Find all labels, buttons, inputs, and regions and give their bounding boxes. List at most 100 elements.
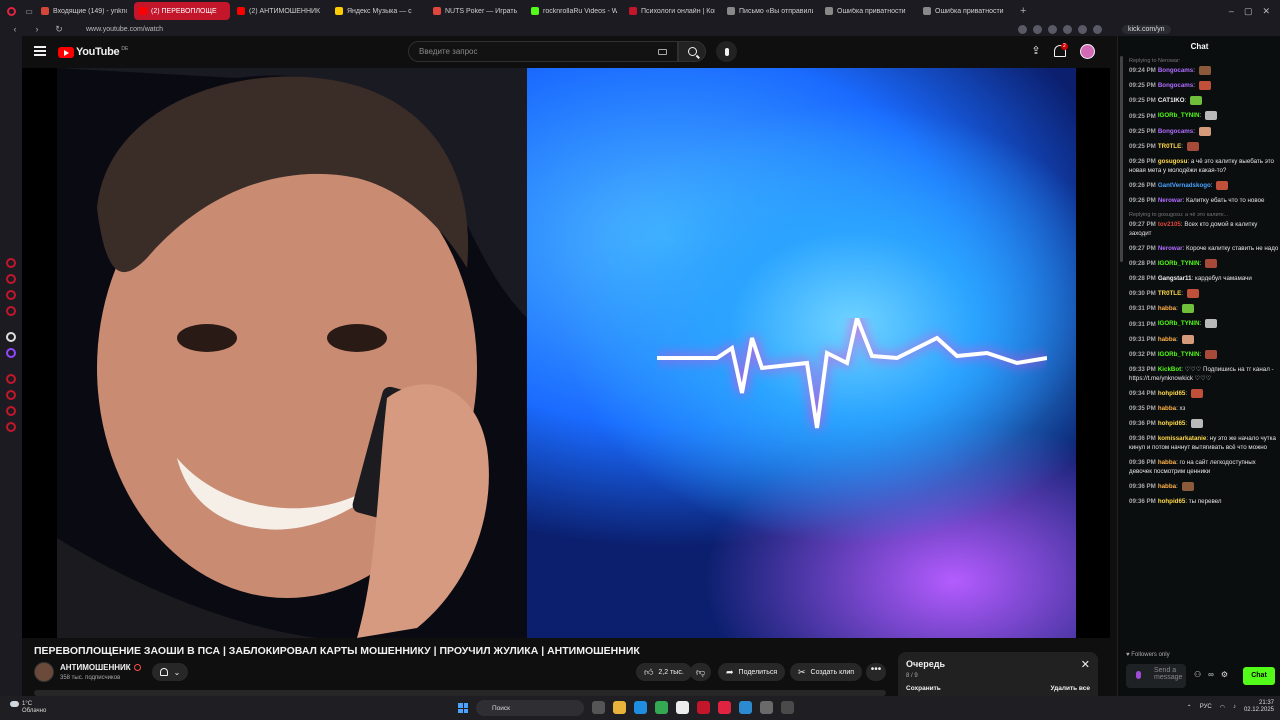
browser-tab[interactable]: (2) ПЕРЕВОПЛОЩЕ — [134, 2, 230, 20]
chat-username[interactable]: hohpid65 — [1158, 390, 1186, 397]
chat-username[interactable]: CAT1IKO — [1158, 97, 1185, 104]
chat-username[interactable]: habba — [1158, 405, 1176, 412]
extension-icon[interactable] — [1063, 24, 1072, 34]
browser-tab[interactable]: Ошибка приватности — [918, 2, 1014, 20]
close-icon[interactable]: ✕ — [1081, 658, 1090, 671]
browser-tab[interactable]: NUTS Poker — Играть — [428, 2, 524, 20]
queue-clear-button[interactable]: Удалить все — [1050, 685, 1090, 692]
chat-username[interactable]: Bongocams — [1158, 128, 1193, 135]
sidebar-app-icon[interactable] — [6, 306, 16, 316]
browser-tab[interactable]: rocknrollaRu Videos - Wi — [526, 2, 622, 20]
extension-icon[interactable] — [1048, 24, 1057, 34]
extension-icon[interactable] — [1078, 24, 1087, 34]
extension-icon[interactable] — [1018, 24, 1027, 34]
sidebar-app-icon[interactable] — [6, 258, 16, 268]
sidebar-app-icon[interactable] — [6, 332, 16, 342]
kick-url-field[interactable]: kick.com/yn — [1122, 24, 1171, 34]
browser-tab[interactable]: Психологи онлайн | Кон — [624, 2, 720, 20]
chat-username[interactable]: habba — [1158, 305, 1176, 312]
clock[interactable]: 21:37 02.12.2025 — [1244, 700, 1274, 714]
extension-icon[interactable] — [1093, 24, 1102, 34]
emote-icon[interactable] — [1136, 671, 1141, 679]
sidebar-app-icon[interactable] — [6, 422, 16, 432]
chat-username[interactable]: Bongocams — [1158, 67, 1193, 74]
more-actions-button[interactable]: ••• — [866, 663, 886, 681]
chrome-icon[interactable] — [655, 701, 668, 714]
search-button[interactable] — [678, 41, 706, 62]
language-indicator[interactable]: РУС — [1200, 704, 1212, 710]
chat-username[interactable]: tov2105 — [1158, 221, 1181, 228]
reply-context[interactable]: Replying to Nerowar: — [1129, 57, 1279, 66]
subscription-bell-button[interactable]: ⌄ — [152, 663, 188, 681]
start-button[interactable] — [458, 703, 468, 713]
infinity-icon[interactable]: ∞ — [1208, 670, 1214, 679]
url-field[interactable]: www.youtube.com/watch — [86, 26, 163, 33]
chat-scrollbar[interactable] — [1120, 56, 1123, 262]
clip-button[interactable]: ✂ Создать клип — [790, 663, 863, 681]
chat-username[interactable]: Gangstar11 — [1158, 275, 1192, 282]
volume-icon[interactable]: ♪ — [1233, 704, 1236, 710]
forward-icon[interactable]: › — [30, 24, 44, 34]
chat-username[interactable]: hohpid65 — [1158, 420, 1186, 427]
channel-name[interactable]: АНТИМОШЕННИК — [60, 663, 131, 672]
chat-username[interactable]: gosugosu — [1158, 158, 1188, 165]
chat-username[interactable]: habba — [1158, 336, 1176, 343]
taskbar-search[interactable]: Поиск — [476, 700, 584, 716]
close-window-icon[interactable]: ✕ — [1262, 6, 1270, 17]
chat-message-input[interactable]: Send a message — [1126, 664, 1186, 688]
channel-avatar[interactable] — [34, 662, 54, 682]
browser-tab[interactable]: Входящие (149) - ynkno — [36, 2, 132, 20]
opera-icon[interactable] — [697, 701, 710, 714]
chat-username[interactable]: TR0TLE — [1158, 143, 1181, 150]
dislike-button[interactable]: 👎︎ — [690, 663, 712, 681]
browser-tab[interactable]: Письмо «Вы отправили — [722, 2, 818, 20]
chat-username[interactable]: IGORb_TYNIN — [1158, 260, 1200, 267]
chat-username[interactable]: Nerowar — [1158, 197, 1183, 204]
opera-menu-button[interactable] — [0, 0, 22, 22]
minimize-icon[interactable]: – — [1229, 6, 1234, 16]
users-icon[interactable]: ⚇ — [1194, 670, 1201, 679]
app-icon[interactable] — [781, 701, 794, 714]
chat-username[interactable]: KickBot — [1158, 366, 1181, 373]
youtube-logo[interactable]: YouTube DE — [58, 46, 128, 58]
chat-username[interactable]: komissarkatanie — [1158, 435, 1207, 442]
create-icon[interactable]: ⇪ — [1030, 45, 1042, 58]
settings-icon[interactable]: ⚙ — [1221, 670, 1228, 679]
task-view-icon[interactable] — [592, 701, 605, 714]
chat-username[interactable]: habba — [1158, 459, 1176, 466]
sidebar-app-icon[interactable] — [6, 390, 16, 400]
reload-icon[interactable]: ↻ — [52, 24, 66, 35]
chat-username[interactable]: Nerowar — [1158, 245, 1183, 252]
browser-tab[interactable]: (2) АНТИМОШЕННИК — [232, 2, 328, 20]
back-icon[interactable]: ‹ — [8, 24, 22, 34]
channel-name-row[interactable]: АНТИМОШЕННИК — [60, 663, 141, 672]
twitch-icon[interactable] — [6, 348, 16, 358]
reply-context[interactable]: Replying to gosugosu: а чё это калитк... — [1129, 211, 1279, 220]
tab-overview-icon[interactable]: ▭ — [22, 0, 36, 22]
chat-username[interactable]: IGORb_TYNIN — [1158, 321, 1200, 328]
tray-chevron-icon[interactable]: ⌃ — [1187, 704, 1192, 711]
chat-username[interactable]: GantVernadskogo — [1158, 182, 1211, 189]
video-player[interactable] — [57, 68, 1076, 638]
opera-gx-icon[interactable] — [718, 701, 731, 714]
account-avatar[interactable] — [1080, 44, 1095, 59]
sidebar-app-icon[interactable] — [6, 374, 16, 384]
hamburger-menu-icon[interactable] — [34, 46, 46, 56]
chat-username[interactable]: IGORb_TYNIN — [1158, 351, 1200, 358]
chat-username[interactable]: hohpid65 — [1158, 498, 1186, 505]
browser-tab[interactable]: Яндекс Музыка — с — [330, 2, 426, 20]
sidebar-app-icon[interactable] — [6, 290, 16, 300]
new-tab-button[interactable]: + — [1020, 5, 1026, 17]
app-icon[interactable] — [760, 701, 773, 714]
chat-username[interactable]: habba — [1158, 483, 1176, 490]
sidebar-app-icon[interactable] — [6, 274, 16, 284]
chat-username[interactable]: TR0TLE — [1158, 290, 1181, 297]
chat-username[interactable]: IGORb_TYNIN — [1158, 113, 1200, 120]
browser-tab[interactable]: Ошибка приватности — [820, 2, 916, 20]
sidebar-app-icon[interactable] — [6, 406, 16, 416]
edge-icon[interactable] — [634, 701, 647, 714]
extension-icon[interactable] — [1033, 24, 1042, 34]
chat-send-button[interactable]: Chat — [1243, 667, 1275, 685]
yandex-icon[interactable] — [676, 701, 689, 714]
maximize-icon[interactable]: ▢ — [1244, 6, 1253, 17]
